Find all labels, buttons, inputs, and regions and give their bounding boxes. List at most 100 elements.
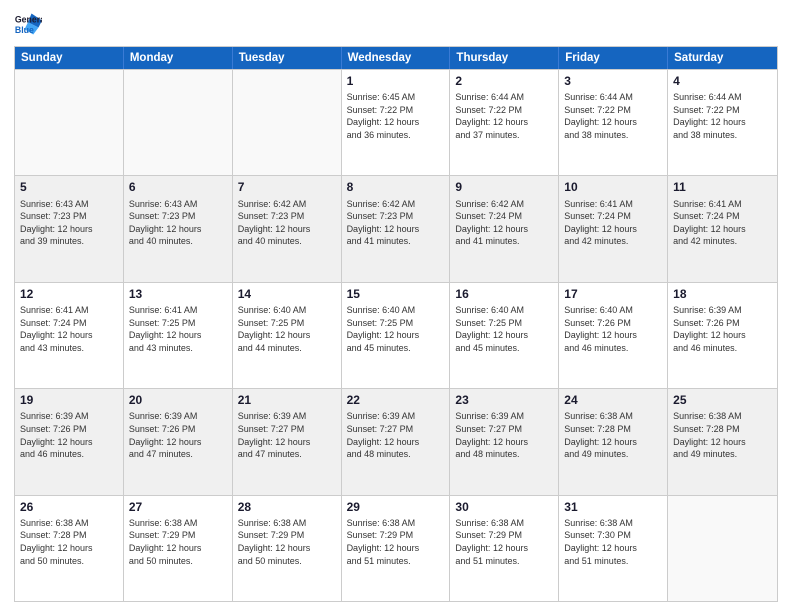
day-cell-empty xyxy=(15,70,124,175)
day-info: Sunrise: 6:39 AM Sunset: 7:27 PM Dayligh… xyxy=(455,410,553,460)
day-cell-25: 25 Sunrise: 6:38 AM Sunset: 7:28 PM Dayli… xyxy=(668,389,777,494)
day-info: Sunrise: 6:39 AM Sunset: 7:27 PM Dayligh… xyxy=(238,410,336,460)
logo-icon: General Blue xyxy=(14,10,42,38)
day-number: 9 xyxy=(455,179,553,195)
day-cell-21: 21 Sunrise: 6:39 AM Sunset: 7:27 PM Dayli… xyxy=(233,389,342,494)
day-cell-11: 11 Sunrise: 6:41 AM Sunset: 7:24 PM Dayli… xyxy=(668,176,777,281)
svg-text:General: General xyxy=(15,14,42,24)
day-number: 2 xyxy=(455,73,553,89)
day-cell-28: 28 Sunrise: 6:38 AM Sunset: 7:29 PM Dayli… xyxy=(233,496,342,601)
calendar-row-2: 5Sunrise: 6:43 AM Sunset: 7:23 PM Daylig… xyxy=(15,175,777,281)
day-info: Sunrise: 6:41 AM Sunset: 7:24 PM Dayligh… xyxy=(564,198,662,248)
day-header-friday: Friday xyxy=(559,47,668,69)
day-cell-23: 23 Sunrise: 6:39 AM Sunset: 7:27 PM Dayli… xyxy=(450,389,559,494)
header: General Blue xyxy=(14,10,778,38)
day-info: Sunrise: 6:41 AM Sunset: 7:24 PM Dayligh… xyxy=(673,198,772,248)
day-info: Sunrise: 6:43 AM Sunset: 7:23 PM Dayligh… xyxy=(20,198,118,248)
day-cell-29: 29 Sunrise: 6:38 AM Sunset: 7:29 PM Dayli… xyxy=(342,496,451,601)
day-info: Sunrise: 6:40 AM Sunset: 7:26 PM Dayligh… xyxy=(564,304,662,354)
day-number: 24 xyxy=(564,392,662,408)
day-info: Sunrise: 6:38 AM Sunset: 7:29 PM Dayligh… xyxy=(238,517,336,567)
day-number: 25 xyxy=(673,392,772,408)
day-cell-30: 30 Sunrise: 6:38 AM Sunset: 7:29 PM Dayli… xyxy=(450,496,559,601)
day-cell-10: 10 Sunrise: 6:41 AM Sunset: 7:24 PM Dayli… xyxy=(559,176,668,281)
day-info: Sunrise: 6:42 AM Sunset: 7:23 PM Dayligh… xyxy=(238,198,336,248)
day-cell-16: 16 Sunrise: 6:40 AM Sunset: 7:25 PM Dayli… xyxy=(450,283,559,388)
day-cell-7: 7 Sunrise: 6:42 AM Sunset: 7:23 PM Daylig… xyxy=(233,176,342,281)
day-info: Sunrise: 6:38 AM Sunset: 7:29 PM Dayligh… xyxy=(455,517,553,567)
logo: General Blue xyxy=(14,10,42,38)
day-info: Sunrise: 6:42 AM Sunset: 7:23 PM Dayligh… xyxy=(347,198,445,248)
day-header-wednesday: Wednesday xyxy=(342,47,451,69)
day-info: Sunrise: 6:38 AM Sunset: 7:29 PM Dayligh… xyxy=(347,517,445,567)
svg-text:Blue: Blue xyxy=(15,25,34,35)
day-info: Sunrise: 6:43 AM Sunset: 7:23 PM Dayligh… xyxy=(129,198,227,248)
day-cell-27: 27 Sunrise: 6:38 AM Sunset: 7:29 PM Dayli… xyxy=(124,496,233,601)
day-number: 13 xyxy=(129,286,227,302)
day-number: 26 xyxy=(20,499,118,515)
calendar-header: SundayMondayTuesdayWednesdayThursdayFrid… xyxy=(15,47,777,69)
day-cell-4: 4Sunrise: 6:44 AM Sunset: 7:22 PM Daylig… xyxy=(668,70,777,175)
day-number: 10 xyxy=(564,179,662,195)
day-number: 11 xyxy=(673,179,772,195)
day-cell-8: 8Sunrise: 6:42 AM Sunset: 7:23 PM Daylig… xyxy=(342,176,451,281)
day-cell-3: 3 Sunrise: 6:44 AM Sunset: 7:22 PM Daylig… xyxy=(559,70,668,175)
day-number: 28 xyxy=(238,499,336,515)
calendar: SundayMondayTuesdayWednesdayThursdayFrid… xyxy=(14,46,778,602)
day-cell-15: 15Sunrise: 6:40 AM Sunset: 7:25 PM Dayli… xyxy=(342,283,451,388)
day-number: 6 xyxy=(129,179,227,195)
calendar-body: 1 Sunrise: 6:45 AM Sunset: 7:22 PM Daylig… xyxy=(15,69,777,601)
day-header-tuesday: Tuesday xyxy=(233,47,342,69)
day-number: 27 xyxy=(129,499,227,515)
day-number: 4 xyxy=(673,73,772,89)
day-cell-1: 1 Sunrise: 6:45 AM Sunset: 7:22 PM Daylig… xyxy=(342,70,451,175)
day-number: 20 xyxy=(129,392,227,408)
day-info: Sunrise: 6:38 AM Sunset: 7:28 PM Dayligh… xyxy=(20,517,118,567)
day-cell-13: 13Sunrise: 6:41 AM Sunset: 7:25 PM Dayli… xyxy=(124,283,233,388)
day-number: 23 xyxy=(455,392,553,408)
day-cell-6: 6 Sunrise: 6:43 AM Sunset: 7:23 PM Daylig… xyxy=(124,176,233,281)
day-info: Sunrise: 6:45 AM Sunset: 7:22 PM Dayligh… xyxy=(347,91,445,141)
day-header-saturday: Saturday xyxy=(668,47,777,69)
day-cell-22: 22Sunrise: 6:39 AM Sunset: 7:27 PM Dayli… xyxy=(342,389,451,494)
day-number: 21 xyxy=(238,392,336,408)
day-info: Sunrise: 6:44 AM Sunset: 7:22 PM Dayligh… xyxy=(564,91,662,141)
day-header-thursday: Thursday xyxy=(450,47,559,69)
day-cell-18: 18 Sunrise: 6:39 AM Sunset: 7:26 PM Dayli… xyxy=(668,283,777,388)
calendar-row-3: 12Sunrise: 6:41 AM Sunset: 7:24 PM Dayli… xyxy=(15,282,777,388)
day-info: Sunrise: 6:44 AM Sunset: 7:22 PM Dayligh… xyxy=(455,91,553,141)
day-info: Sunrise: 6:39 AM Sunset: 7:26 PM Dayligh… xyxy=(129,410,227,460)
calendar-row-5: 26 Sunrise: 6:38 AM Sunset: 7:28 PM Dayli… xyxy=(15,495,777,601)
day-cell-empty xyxy=(668,496,777,601)
day-cell-14: 14Sunrise: 6:40 AM Sunset: 7:25 PM Dayli… xyxy=(233,283,342,388)
day-number: 19 xyxy=(20,392,118,408)
day-cell-20: 20 Sunrise: 6:39 AM Sunset: 7:26 PM Dayli… xyxy=(124,389,233,494)
day-number: 30 xyxy=(455,499,553,515)
day-cell-2: 2 Sunrise: 6:44 AM Sunset: 7:22 PM Daylig… xyxy=(450,70,559,175)
day-number: 29 xyxy=(347,499,445,515)
day-cell-empty xyxy=(233,70,342,175)
day-info: Sunrise: 6:38 AM Sunset: 7:28 PM Dayligh… xyxy=(673,410,772,460)
day-number: 22 xyxy=(347,392,445,408)
calendar-row-4: 19 Sunrise: 6:39 AM Sunset: 7:26 PM Dayli… xyxy=(15,388,777,494)
day-info: Sunrise: 6:40 AM Sunset: 7:25 PM Dayligh… xyxy=(455,304,553,354)
day-info: Sunrise: 6:38 AM Sunset: 7:30 PM Dayligh… xyxy=(564,517,662,567)
day-cell-17: 17 Sunrise: 6:40 AM Sunset: 7:26 PM Dayli… xyxy=(559,283,668,388)
day-header-sunday: Sunday xyxy=(15,47,124,69)
day-info: Sunrise: 6:38 AM Sunset: 7:29 PM Dayligh… xyxy=(129,517,227,567)
day-info: Sunrise: 6:39 AM Sunset: 7:26 PM Dayligh… xyxy=(673,304,772,354)
calendar-page: General Blue SundayMondayTuesdayWednesda… xyxy=(0,0,792,612)
day-header-monday: Monday xyxy=(124,47,233,69)
day-cell-empty xyxy=(124,70,233,175)
day-number: 17 xyxy=(564,286,662,302)
day-number: 7 xyxy=(238,179,336,195)
day-cell-31: 31 Sunrise: 6:38 AM Sunset: 7:30 PM Dayli… xyxy=(559,496,668,601)
day-number: 31 xyxy=(564,499,662,515)
day-number: 1 xyxy=(347,73,445,89)
day-number: 18 xyxy=(673,286,772,302)
day-info: Sunrise: 6:42 AM Sunset: 7:24 PM Dayligh… xyxy=(455,198,553,248)
calendar-row-1: 1 Sunrise: 6:45 AM Sunset: 7:22 PM Daylig… xyxy=(15,69,777,175)
day-info: Sunrise: 6:39 AM Sunset: 7:26 PM Dayligh… xyxy=(20,410,118,460)
day-number: 16 xyxy=(455,286,553,302)
day-number: 3 xyxy=(564,73,662,89)
